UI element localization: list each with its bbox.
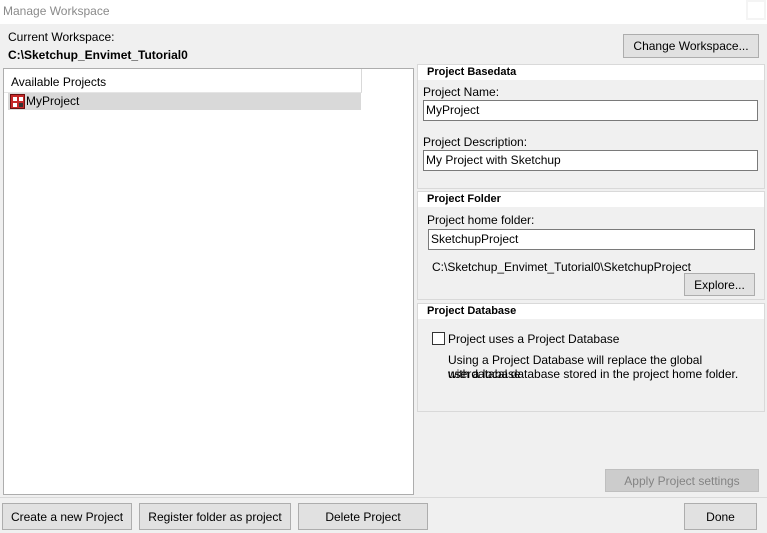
basedata-group: Project Basedata Project Name: MyProject… bbox=[417, 64, 765, 189]
folder-group: Project Folder Project home folder: Sket… bbox=[417, 191, 765, 300]
workspace-label: Current Workspace: bbox=[8, 30, 115, 44]
title-bar: Manage Workspace bbox=[0, 0, 767, 24]
divider bbox=[0, 497, 767, 498]
project-name-field[interactable]: MyProject bbox=[423, 100, 758, 121]
delete-project-button[interactable]: Delete Project bbox=[298, 503, 428, 530]
project-description-label: Project Description: bbox=[423, 135, 528, 149]
workspace-path: C:\Sketchup_Envimet_Tutorial0 bbox=[8, 48, 188, 62]
home-folder-field[interactable]: SketchupProject bbox=[428, 229, 755, 250]
database-group: Project Database Project uses a Project … bbox=[417, 303, 765, 412]
database-title: Project Database bbox=[418, 304, 764, 319]
project-icon bbox=[10, 94, 25, 109]
create-project-button[interactable]: Create a new Project bbox=[2, 503, 132, 530]
change-workspace-button[interactable]: Change Workspace... bbox=[623, 34, 759, 58]
close-icon[interactable] bbox=[746, 0, 766, 20]
project-database-checkbox-label[interactable]: Project uses a Project Database bbox=[448, 332, 619, 346]
window-title: Manage Workspace bbox=[3, 4, 110, 18]
list-item[interactable]: MyProject bbox=[8, 93, 361, 110]
project-name-label: MyProject bbox=[26, 94, 80, 108]
list-header: Available Projects bbox=[4, 69, 362, 93]
explore-button[interactable]: Explore... bbox=[684, 273, 755, 296]
project-name-label: Project Name: bbox=[423, 85, 500, 99]
apply-settings-button[interactable]: Apply Project settings bbox=[605, 469, 759, 492]
basedata-title: Project Basedata bbox=[418, 65, 764, 80]
register-folder-button[interactable]: Register folder as project bbox=[139, 503, 291, 530]
project-description-field[interactable]: My Project with Sketchup bbox=[423, 150, 758, 171]
database-info-line2: with a local database stored in the proj… bbox=[448, 367, 739, 381]
project-database-checkbox[interactable] bbox=[432, 332, 445, 345]
done-button[interactable]: Done bbox=[684, 503, 757, 530]
folder-full-path: C:\Sketchup_Envimet_Tutorial0\SketchupPr… bbox=[432, 260, 692, 274]
home-folder-label: Project home folder: bbox=[427, 213, 535, 227]
folder-title: Project Folder bbox=[418, 192, 764, 207]
projects-list[interactable]: Available Projects MyProject bbox=[3, 68, 414, 495]
